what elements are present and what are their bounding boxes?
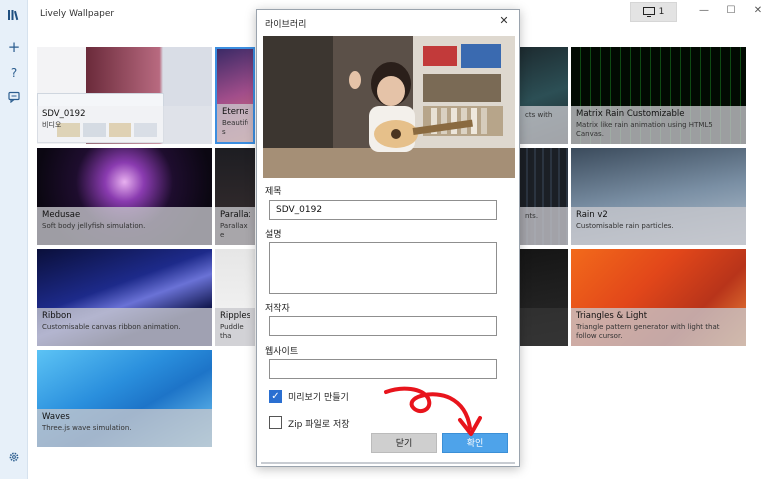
author-input[interactable] xyxy=(269,316,497,336)
wallpaper-tile-waves[interactable]: Waves Three.js wave simulation. xyxy=(37,350,212,447)
tile-title: Waves xyxy=(42,412,70,422)
feedback-icon[interactable] xyxy=(6,91,22,107)
website-input[interactable] xyxy=(269,359,497,379)
wallpaper-tile-triangles[interactable]: Triangles & Light Triangle pattern gener… xyxy=(571,249,746,346)
tile-title: Ribbon xyxy=(42,311,72,321)
wallpaper-tile-particles[interactable]: cts with xyxy=(520,47,568,144)
wallpaper-tile-medusae[interactable]: Medusae Soft body jellyfish simulation. xyxy=(37,148,212,245)
wallpaper-tile-ribbon[interactable]: Ribbon Customisable canvas ribbon animat… xyxy=(37,249,212,346)
wallpaper-tile-sdv0192[interactable]: SDV_0192 비디오 xyxy=(37,47,212,144)
wallpaper-tile-dark[interactable] xyxy=(520,249,568,346)
maximize-button[interactable]: ☐ xyxy=(721,4,741,18)
tile-desc: Puddle tha xyxy=(220,323,244,340)
author-label: 저작자 xyxy=(265,304,290,314)
wallpaper-tile-parallax[interactable]: Parallax.js Parallax e xyxy=(215,148,255,245)
description-input[interactable] xyxy=(269,242,497,294)
tile-title: Eternal L xyxy=(222,107,248,117)
preview-image xyxy=(263,36,515,178)
title-input[interactable]: SDV_0192 xyxy=(269,200,497,220)
tile-desc: Customisable rain particles. xyxy=(576,222,674,230)
tile-title: SDV_0192 xyxy=(42,109,86,119)
wallpaper-tile-eternal[interactable]: Eternal L Beautiful s xyxy=(215,47,255,144)
zip-checkbox[interactable] xyxy=(269,416,282,429)
monitor-icon xyxy=(642,7,655,17)
preview-checkbox[interactable]: ✓ xyxy=(269,390,282,403)
tile-desc: Parallax e xyxy=(220,222,248,239)
library-icon[interactable] xyxy=(6,8,22,24)
close-button[interactable]: ✕ xyxy=(748,4,768,18)
nav-rail: + ? xyxy=(0,0,28,479)
tile-desc: Three.js wave simulation. xyxy=(42,424,132,432)
tile-title: Ripples xyxy=(220,311,250,321)
monitor-select-button[interactable]: 1 xyxy=(630,2,677,22)
zip-checkbox-label: Zip 파일로 저장 xyxy=(288,420,350,430)
tile-title: Medusae xyxy=(42,210,81,220)
tile-desc: Soft body jellyfish simulation. xyxy=(42,222,146,230)
dialog-title: 라이브러리 xyxy=(265,20,307,30)
wallpaper-tile-matrix[interactable]: Matrix Rain Customizable Matrix like rai… xyxy=(571,47,746,144)
dialog-scrollbar[interactable] xyxy=(261,462,515,464)
wallpaper-tile-rain[interactable]: Rain v2 Customisable rain particles. xyxy=(571,148,746,245)
wallpaper-tile-dots[interactable]: nts. xyxy=(520,148,568,245)
tile-title: Parallax.js xyxy=(220,210,250,220)
add-icon[interactable]: + xyxy=(6,39,22,55)
title-label: 제목 xyxy=(265,187,282,197)
tile-title: Matrix Rain Customizable xyxy=(576,109,685,119)
preview-checkbox-label: 미리보기 만들기 xyxy=(288,393,349,403)
tile-desc: Matrix like rain animation using HTML5 C… xyxy=(576,121,713,138)
wallpaper-tile-ripples[interactable]: Ripples Puddle tha xyxy=(215,249,255,346)
app-title: Lively Wallpaper xyxy=(40,9,115,19)
tile-desc: nts. xyxy=(525,212,539,220)
monitor-count: 1 xyxy=(658,7,665,17)
annotation-arrow-icon xyxy=(384,386,482,436)
tile-desc: cts with xyxy=(525,111,553,119)
tile-desc: Triangle pattern generator with light th… xyxy=(576,323,720,340)
minimize-button[interactable]: — xyxy=(694,4,714,18)
tile-title: Triangles & Light xyxy=(576,311,648,321)
help-icon[interactable]: ? xyxy=(6,65,22,81)
website-label: 웹사이트 xyxy=(265,347,299,357)
tile-desc: Beautiful s xyxy=(222,119,248,136)
description-label: 설명 xyxy=(265,230,282,240)
tile-desc: 비디오 xyxy=(42,121,62,129)
tile-desc: Customisable canvas ribbon animation. xyxy=(42,323,181,331)
settings-icon[interactable] xyxy=(6,451,22,467)
tile-title: Rain v2 xyxy=(576,210,608,220)
dialog-close-icon[interactable]: ✕ xyxy=(497,14,511,28)
